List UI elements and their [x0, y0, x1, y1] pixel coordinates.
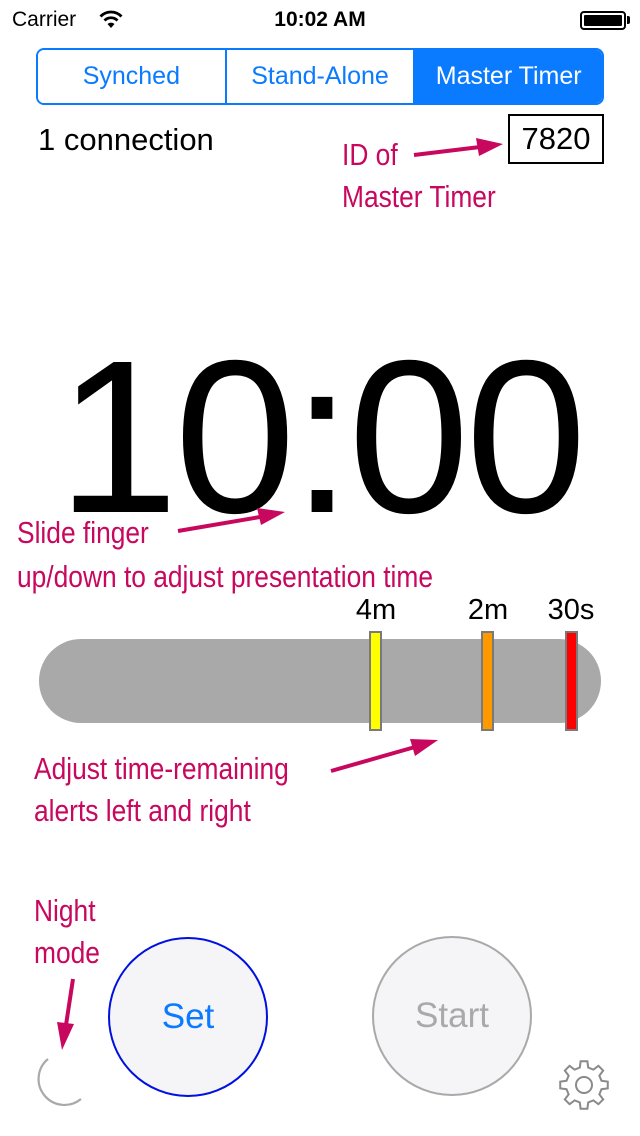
- battery-tip: [627, 16, 630, 24]
- status-time: 10:02 AM: [274, 8, 366, 31]
- mode-segmented-control: Synched Stand-Alone Master Timer: [36, 48, 604, 105]
- arrow-to-master-id: [413, 138, 503, 157]
- segment-stand-alone[interactable]: Stand-Alone: [224, 50, 414, 103]
- alert-label-2m: 2m: [467, 594, 509, 626]
- annotation-night-line1: Night: [34, 893, 96, 928]
- master-timer-id: 7820: [508, 114, 604, 164]
- segment-master-timer[interactable]: Master Timer: [413, 50, 602, 103]
- alert-marker-2m[interactable]: [481, 631, 494, 731]
- set-button-label: Set: [161, 997, 215, 1036]
- arrow-to-night-mode: [57, 978, 75, 1050]
- alert-label-4m: 4m: [355, 594, 397, 626]
- annotation-slide-line2: up/down to adjust presentation time: [17, 559, 434, 594]
- status-bar: Carrier 10:02 AM: [0, 0, 640, 40]
- alert-marker-4m[interactable]: [369, 631, 382, 731]
- start-button[interactable]: Start: [372, 936, 532, 1096]
- moon-icon[interactable]: [26, 1055, 86, 1115]
- battery-icon: [580, 11, 626, 30]
- alert-marker-30s[interactable]: [565, 631, 578, 731]
- annotation-alerts-line2: alerts left and right: [34, 793, 251, 828]
- annotation-id-line1: ID of: [342, 137, 398, 172]
- annotation-id-line2: Master Timer: [342, 179, 496, 214]
- arrow-to-slider: [330, 739, 438, 773]
- segment-synched[interactable]: Synched: [38, 50, 225, 103]
- battery-level: [584, 15, 622, 26]
- start-button-label: Start: [415, 996, 489, 1035]
- annotation-night-line2: mode: [34, 935, 100, 970]
- alert-label-30s: 30s: [547, 594, 595, 626]
- annotation-alerts-line1: Adjust time-remaining: [34, 751, 289, 786]
- gear-icon[interactable]: [557, 1058, 611, 1112]
- set-button[interactable]: Set: [108, 937, 268, 1097]
- connection-count: 1 connection: [38, 122, 214, 157]
- annotation-slide-line1: Slide finger: [17, 515, 149, 550]
- alert-slider-track[interactable]: [39, 639, 601, 723]
